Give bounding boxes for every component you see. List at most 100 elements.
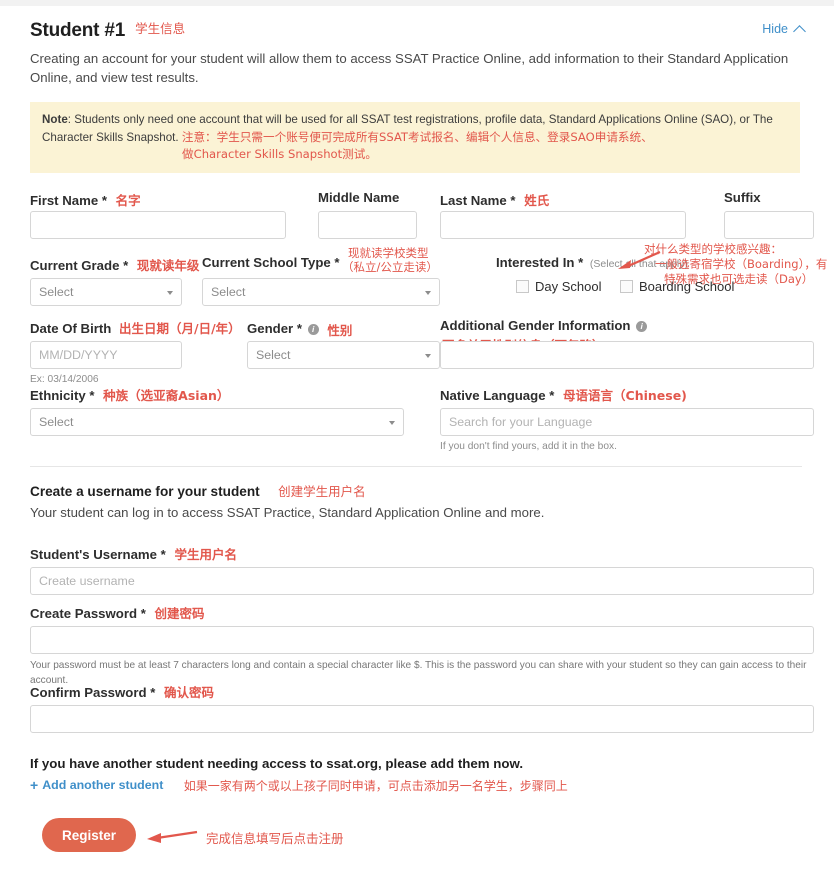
username-section-header: Create a username for your student 创建学生用… [30,481,808,541]
username-input[interactable] [30,567,814,596]
ethnicity-label: Ethnicity * 种族（选亚裔Asian） [30,385,229,404]
intro-text: Creating an account for your student wil… [30,51,789,86]
school-type-label: Current School Type * [202,255,340,270]
grade-row: Current Grade * 现就读年级 Select Current Sch… [30,242,827,307]
school-type-annotation-line2: （私立/公立走读） [342,260,438,275]
interested-in-annotation-line2: 一般选寄宿学校（Boarding），有 [655,257,828,272]
register-button[interactable]: Register [42,818,136,853]
password-label-text: Create Password [30,606,138,622]
note-annotation-line2: 做Character Skills Snapshot测试。 [182,147,377,162]
plus-icon: + [30,777,39,794]
annotation-arrow-interested-in [618,251,661,270]
first-name-label: First Name * 名字 [30,190,141,209]
checkbox-boarding-school[interactable]: Boarding School [619,279,735,295]
ethnicity-row: Ethnicity * 种族（选亚裔Asian） Select Native L… [30,375,814,452]
dob-label-text: Date Of Birth [30,321,112,337]
interested-in-annotation-line1: 对什么类型的学校感兴趣： [644,242,782,257]
confirm-password-label: Confirm Password * 确认密码 [30,682,214,701]
gender-required: * [296,321,302,337]
dob-row: Date Of Birth 出生日期（月/日/年） Ex: 03/14/2006… [30,310,814,385]
last-name-input[interactable] [440,211,686,240]
boarding-school-label: Boarding School [638,279,735,295]
interested-in-label-text: Interested In [496,255,575,271]
info-icon[interactable]: i [307,324,319,336]
current-grade-select[interactable]: Select [30,278,182,307]
chevron-down-icon [389,421,395,426]
middle-name-label-text: Middle Name [318,190,400,206]
native-language-input[interactable] [440,408,814,437]
current-grade-label: Current Grade * 现就读年级 [30,255,199,274]
school-type-select[interactable]: Select [202,278,440,307]
school-type-required: * [334,255,340,271]
note-box: Note: Students only need one account tha… [30,102,800,174]
checkbox-icon [619,280,633,294]
middle-name-input[interactable] [318,211,417,240]
password-label: Create Password * 创建密码 [30,603,205,622]
student-registration-card: Student #1 学生信息 Hide Creating an account… [18,6,827,871]
hide-toggle[interactable]: Hide [762,22,806,38]
another-student-text: If you have another student needing acce… [30,756,524,772]
password-row: Create Password * 创建密码 Your password mus… [30,603,814,686]
register-block: Register 完成信息填写后点击注册 [30,818,808,868]
school-type-value: Select [211,285,246,300]
chevron-up-icon [793,24,806,38]
dob-input[interactable] [30,341,182,370]
note-label: Note [42,113,68,127]
interested-in-options: Day School Boarding School [516,279,748,298]
additional-gender-input[interactable] [440,341,814,370]
username-section-heading-annotation: 创建学生用户名 [278,484,366,500]
chevron-down-icon [425,291,431,296]
current-grade-label-text: Current Grade [30,258,120,274]
confirm-password-annotation: 确认密码 [164,685,215,701]
native-language-label-text: Native Language [440,388,546,404]
another-student-block: If you have another student needing acce… [30,756,808,802]
last-name-required: * [510,193,516,209]
section-divider [30,466,802,468]
gender-label-text: Gender [247,321,294,337]
first-name-required: * [101,193,107,209]
first-name-input[interactable] [30,211,286,240]
last-name-annotation: 姓氏 [524,193,550,209]
ethnicity-select[interactable]: Select [30,408,404,437]
password-input[interactable] [30,626,814,655]
current-grade-required: * [123,258,129,274]
ethnicity-annotation: 种族（选亚裔Asian） [103,388,230,404]
chevron-down-icon [167,291,173,296]
gender-value: Select [256,348,291,363]
last-name-label-text: Last Name [440,193,507,209]
gender-select[interactable]: Select [247,341,440,370]
student-form: First Name * 名字 Middle Name Last Name * … [30,190,827,868]
ethnicity-label-text: Ethnicity [30,388,86,404]
password-required: * [140,606,146,622]
native-language-hint: If you don't find yours, add it in the b… [440,441,617,453]
add-another-student-label: Add another student [42,778,164,793]
add-another-student-link[interactable]: + Add another student [30,778,163,792]
confirm-password-input[interactable] [30,705,814,734]
additional-gender-label-text: Additional Gender Information [440,318,631,334]
username-annotation: 学生用户名 [174,547,237,563]
confirm-password-required: * [150,685,156,701]
school-type-label-text: Current School Type [202,255,331,271]
username-required: * [160,547,166,563]
username-section-heading: Create a username for your student [30,484,260,500]
username-label: Student's Username * 学生用户名 [30,544,237,563]
username-row: Student's Username * 学生用户名 [30,544,814,600]
confirm-password-label-text: Confirm Password [30,685,147,701]
first-name-label-text: First Name [30,193,99,209]
native-language-annotation: 母语语言（Chinese) [563,388,687,404]
native-language-required: * [549,388,555,404]
suffix-input[interactable] [724,211,814,240]
password-annotation: 创建密码 [154,606,205,622]
page-title: Student #1 [30,20,126,41]
dob-annotation: 出生日期（月/日/年） [119,321,241,337]
note-annotation-line1: 注意：学生只需一个账号便可完成所有SSAT考试报名、编辑个人信息、登录SAO申请… [181,129,653,144]
gender-label: Gender * i 性别 [247,318,352,338]
info-icon[interactable]: i [636,321,648,333]
add-another-student-annotation: 如果一家有两个或以上孩子同时申请，可点击添加另一名学生，步骤同上 [183,779,568,794]
hide-label: Hide [762,22,788,36]
username-label-text: Student's Username [30,547,157,563]
interested-in-required: * [578,255,584,271]
first-name-annotation: 名字 [115,193,141,209]
current-grade-value: Select [39,285,74,300]
checkbox-day-school[interactable]: Day School [516,279,601,294]
